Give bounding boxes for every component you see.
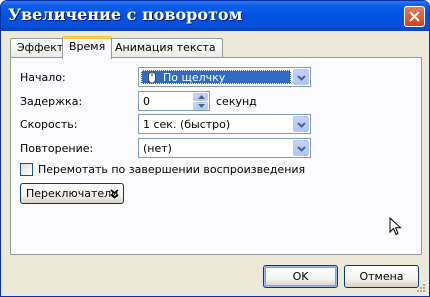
repeat-label: Повторение: <box>20 142 94 155</box>
mouse-icon <box>148 71 156 84</box>
rewind-checkbox[interactable] <box>20 163 33 176</box>
repeat-value: (нет) <box>143 142 172 155</box>
tab-label: Время <box>69 40 106 53</box>
tab-timing[interactable]: Время <box>62 36 113 59</box>
speed-dropdown-button[interactable] <box>293 116 309 132</box>
chevron-down-icon <box>297 75 306 81</box>
tab-text-animation[interactable]: Анимация текста <box>108 38 223 57</box>
ok-label: OK <box>292 270 309 283</box>
chevron-down-icon <box>297 122 306 128</box>
repeat-select[interactable]: (нет) <box>138 138 311 158</box>
repeat-dropdown-button[interactable] <box>293 140 309 156</box>
chevron-down-icon <box>198 104 205 108</box>
rewind-label[interactable]: Перемотать по завершении воспроизведения <box>38 163 305 176</box>
triggers-label: Переключатели <box>26 187 119 200</box>
close-button[interactable] <box>404 6 425 27</box>
dialog-window: Увеличение с поворотом Эффект Время Аним… <box>0 0 430 297</box>
mouse-cursor-icon <box>389 217 402 236</box>
cancel-label: Отмена <box>359 270 404 283</box>
window-title: Увеличение с поворотом <box>8 5 243 24</box>
delay-unit: секунд <box>216 95 257 108</box>
start-select[interactable]: По щелчку <box>138 67 311 87</box>
delay-spinner[interactable]: 0 <box>138 91 210 111</box>
resize-grip-icon[interactable] <box>415 282 426 293</box>
delay-label: Задержка: <box>20 95 83 108</box>
chevron-up-icon <box>198 95 205 99</box>
double-chevron-down-icon <box>110 189 119 199</box>
speed-label: Скорость: <box>20 118 78 131</box>
triggers-button[interactable]: Переключатели <box>20 183 124 204</box>
delay-decrement-button[interactable] <box>193 102 208 110</box>
start-value: По щелчку <box>163 71 226 84</box>
start-dropdown-button[interactable] <box>293 69 309 85</box>
ok-button[interactable]: OK <box>263 265 338 288</box>
delay-increment-button[interactable] <box>193 93 208 101</box>
speed-value: 1 сек. (быстро) <box>143 118 231 131</box>
speed-select[interactable]: 1 сек. (быстро) <box>138 114 311 134</box>
tab-label: Эффект <box>17 41 64 54</box>
timing-panel: Начало: По щелчку Задержка: 0 секунд Ско… <box>10 57 422 255</box>
start-selection-highlight: По щелчку <box>141 70 291 84</box>
cancel-button[interactable]: Отмена <box>344 265 419 288</box>
chevron-down-icon <box>297 146 306 152</box>
start-label: Начало: <box>20 71 66 84</box>
delay-value: 0 <box>143 95 150 108</box>
close-icon <box>409 11 420 22</box>
tab-label: Анимация текста <box>115 41 216 54</box>
title-bar[interactable]: Увеличение с поворотом <box>1 1 429 31</box>
